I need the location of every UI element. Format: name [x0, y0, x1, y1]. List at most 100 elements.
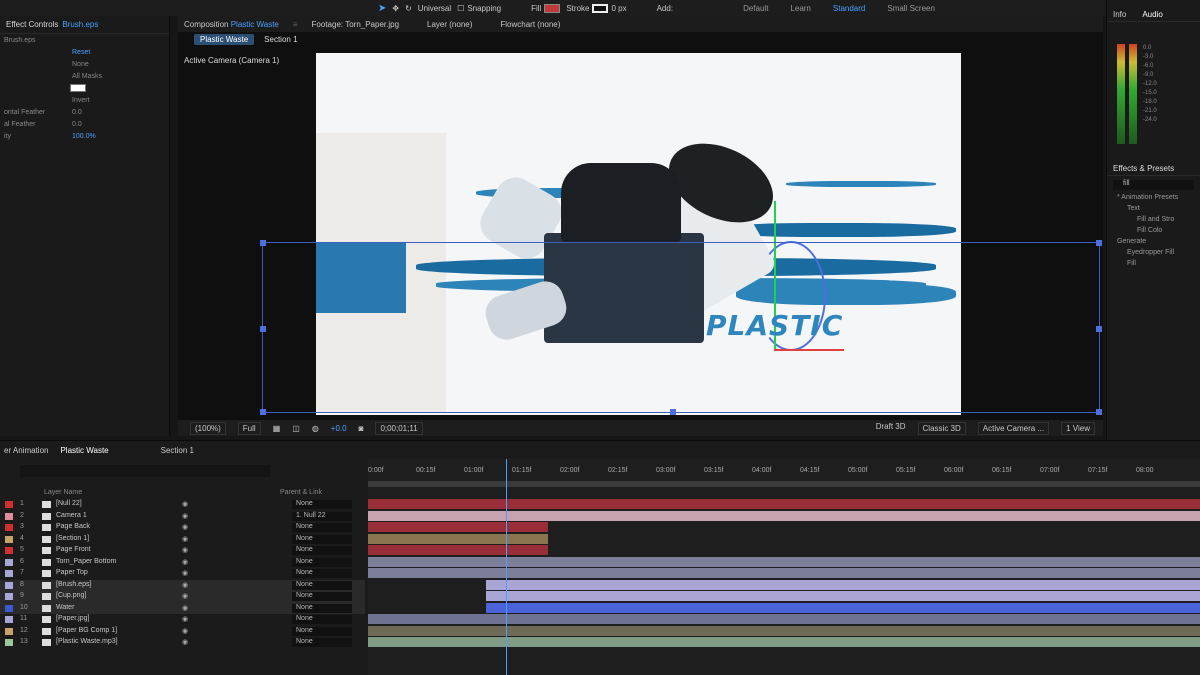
layer-name[interactable]: [Paper.jpg]	[56, 615, 89, 622]
layer-duration-bar[interactable]	[368, 545, 548, 555]
layer-duration-bar[interactable]	[486, 591, 1200, 601]
menu-icon[interactable]: ≡	[293, 20, 298, 29]
composition-tab[interactable]: Composition Plastic Waste	[184, 20, 279, 29]
audio-tab[interactable]: Audio	[1142, 10, 1162, 19]
layer-row[interactable]: 4 [Section 1] ◉ None	[0, 534, 365, 546]
snapping-toggle[interactable]: ☐ Snapping	[457, 4, 501, 13]
time-ruler[interactable]: 0:00f 00:15f 01:00f 01:15f 02:00f 02:15f 03:00…	[368, 459, 1200, 483]
transform-handle[interactable]	[1096, 326, 1102, 332]
label-color[interactable]	[5, 639, 13, 646]
mask-icon[interactable]: ◫	[292, 424, 300, 433]
label-color[interactable]	[5, 524, 13, 531]
layer-name-header[interactable]: Layer Name	[44, 489, 82, 496]
layer-duration-bar[interactable]	[368, 637, 1200, 647]
layer-duration-bar[interactable]	[486, 602, 1200, 613]
parent-dropdown[interactable]: None	[292, 638, 352, 647]
draft-3d-toggle[interactable]: Draft 3D	[876, 422, 906, 435]
parent-dropdown[interactable]: None	[292, 580, 352, 590]
layer-duration-bar[interactable]	[368, 556, 1200, 567]
parent-dropdown[interactable]: None	[292, 557, 352, 567]
layer-duration-bar[interactable]	[368, 522, 548, 532]
workspace-default[interactable]: Default	[743, 4, 768, 13]
eye-icon[interactable]: ◉	[182, 604, 188, 612]
layer-name[interactable]: [Paper BG Comp 1]	[56, 627, 117, 634]
layer-duration-bar[interactable]	[368, 625, 1200, 636]
exposure-value[interactable]: +0.0	[331, 424, 347, 433]
timeline-graph[interactable]: 0:00f 00:15f 01:00f 01:15f 02:00f 02:15f 03:00…	[368, 459, 1200, 675]
layer-duration-bar[interactable]	[368, 614, 1200, 624]
eye-icon[interactable]: ◉	[182, 535, 188, 543]
label-color[interactable]	[5, 604, 13, 612]
layer-name[interactable]: [Brush.eps]	[56, 581, 91, 588]
label-color[interactable]	[5, 547, 13, 554]
tree-item[interactable]: Generate	[1107, 238, 1200, 249]
selection-tool[interactable]: ➤	[378, 3, 386, 14]
effects-search-input[interactable]: fill	[1113, 180, 1194, 190]
label-color[interactable]	[5, 501, 13, 508]
layer-row[interactable]: 11 [Paper.jpg] ◉ None	[0, 614, 365, 626]
parent-dropdown[interactable]: None	[292, 592, 352, 601]
eye-icon[interactable]: ◉	[182, 523, 188, 531]
workspace-small-screen[interactable]: Small Screen	[887, 4, 935, 13]
color-wheel-icon[interactable]: ◍	[312, 424, 319, 433]
renderer-dropdown[interactable]: Classic 3D	[917, 421, 966, 435]
stroke-swatch[interactable]	[592, 3, 609, 13]
label-color[interactable]	[5, 535, 13, 543]
tree-item[interactable]: * Animation Presets	[1107, 194, 1200, 205]
flowchart-tab[interactable]: Flowchart (none)	[500, 20, 560, 29]
eye-icon[interactable]: ◉	[182, 558, 188, 566]
layer-row[interactable]: 9 [Cup.png] ◉ None	[0, 591, 365, 603]
layer-duration-bar[interactable]	[368, 510, 1200, 521]
label-color[interactable]	[5, 593, 13, 600]
label-color[interactable]	[5, 616, 13, 623]
layer-duration-bar[interactable]	[368, 533, 548, 544]
layer-row[interactable]: 1 [Null 22] ◉ None	[0, 499, 365, 511]
layer-row[interactable]: 10 Water ◉ None	[0, 602, 365, 614]
fill-swatch[interactable]	[544, 3, 561, 13]
layer-row[interactable]: 8 [Brush.eps] ◉ None	[0, 579, 365, 591]
resolution-dropdown[interactable]: Full	[237, 421, 261, 435]
reset-link[interactable]: Reset	[72, 49, 90, 56]
eye-icon[interactable]: ◉	[182, 638, 188, 646]
workspace-standard[interactable]: Standard	[833, 4, 865, 13]
workspace-learn[interactable]: Learn	[790, 4, 810, 13]
tree-item[interactable]: Fill Colo	[1107, 227, 1200, 238]
eye-icon[interactable]: ◉	[182, 581, 188, 589]
layer-name[interactable]: Page Front	[56, 546, 91, 553]
hand-tool[interactable]: ✥	[392, 4, 399, 13]
playhead[interactable]	[506, 459, 507, 675]
layer-row[interactable]: 5 Page Front ◉ None	[0, 545, 365, 557]
eye-icon[interactable]: ◉	[182, 546, 188, 554]
layer-name[interactable]: Camera 1	[56, 512, 87, 519]
parent-dropdown[interactable]: None	[292, 615, 352, 624]
nav-plastic-waste[interactable]: Plastic Waste	[194, 33, 255, 45]
transform-handle[interactable]	[1096, 409, 1102, 415]
layer-duration-bar[interactable]	[486, 579, 1200, 590]
stroke-width[interactable]: 0 px	[611, 4, 626, 13]
layer-row[interactable]: 2 Camera 1 ◉ 1. Null 22	[0, 511, 365, 523]
info-tab[interactable]: Info	[1113, 10, 1126, 19]
timeline-tab-active[interactable]: Plastic Waste	[60, 446, 108, 455]
effects-presets-title[interactable]: Effects & Presets	[1107, 164, 1200, 176]
parent-link-header[interactable]: Parent & Link	[280, 489, 322, 496]
camera-icon[interactable]: ◙	[359, 424, 364, 433]
layer-duration-bar[interactable]	[368, 568, 1200, 578]
layer-name[interactable]: [Cup.png]	[56, 592, 86, 599]
layer-name[interactable]: [Null 22]	[56, 500, 82, 507]
label-color[interactable]	[5, 627, 13, 635]
eye-icon[interactable]: ◉	[182, 592, 188, 600]
nav-section-1[interactable]: Section 1	[264, 35, 297, 44]
parent-dropdown[interactable]: None	[292, 569, 352, 578]
tree-item[interactable]: Fill and Stro	[1107, 216, 1200, 227]
universal-toggle[interactable]: Universal	[418, 4, 451, 13]
fx-value[interactable]: 0.0	[72, 109, 82, 116]
tree-item[interactable]: Text	[1107, 205, 1200, 216]
transform-handle[interactable]	[260, 409, 266, 415]
zoom-dropdown[interactable]: (100%)	[190, 421, 226, 435]
layer-name[interactable]: [Plastic Waste.mp3]	[56, 638, 118, 645]
eye-icon[interactable]: ◉	[182, 500, 188, 508]
parent-dropdown[interactable]: 1. Null 22	[292, 511, 352, 521]
tree-item[interactable]: Eyedropper Fill	[1107, 249, 1200, 260]
tree-item[interactable]: Fill	[1107, 260, 1200, 271]
color-swatch[interactable]	[70, 84, 86, 92]
